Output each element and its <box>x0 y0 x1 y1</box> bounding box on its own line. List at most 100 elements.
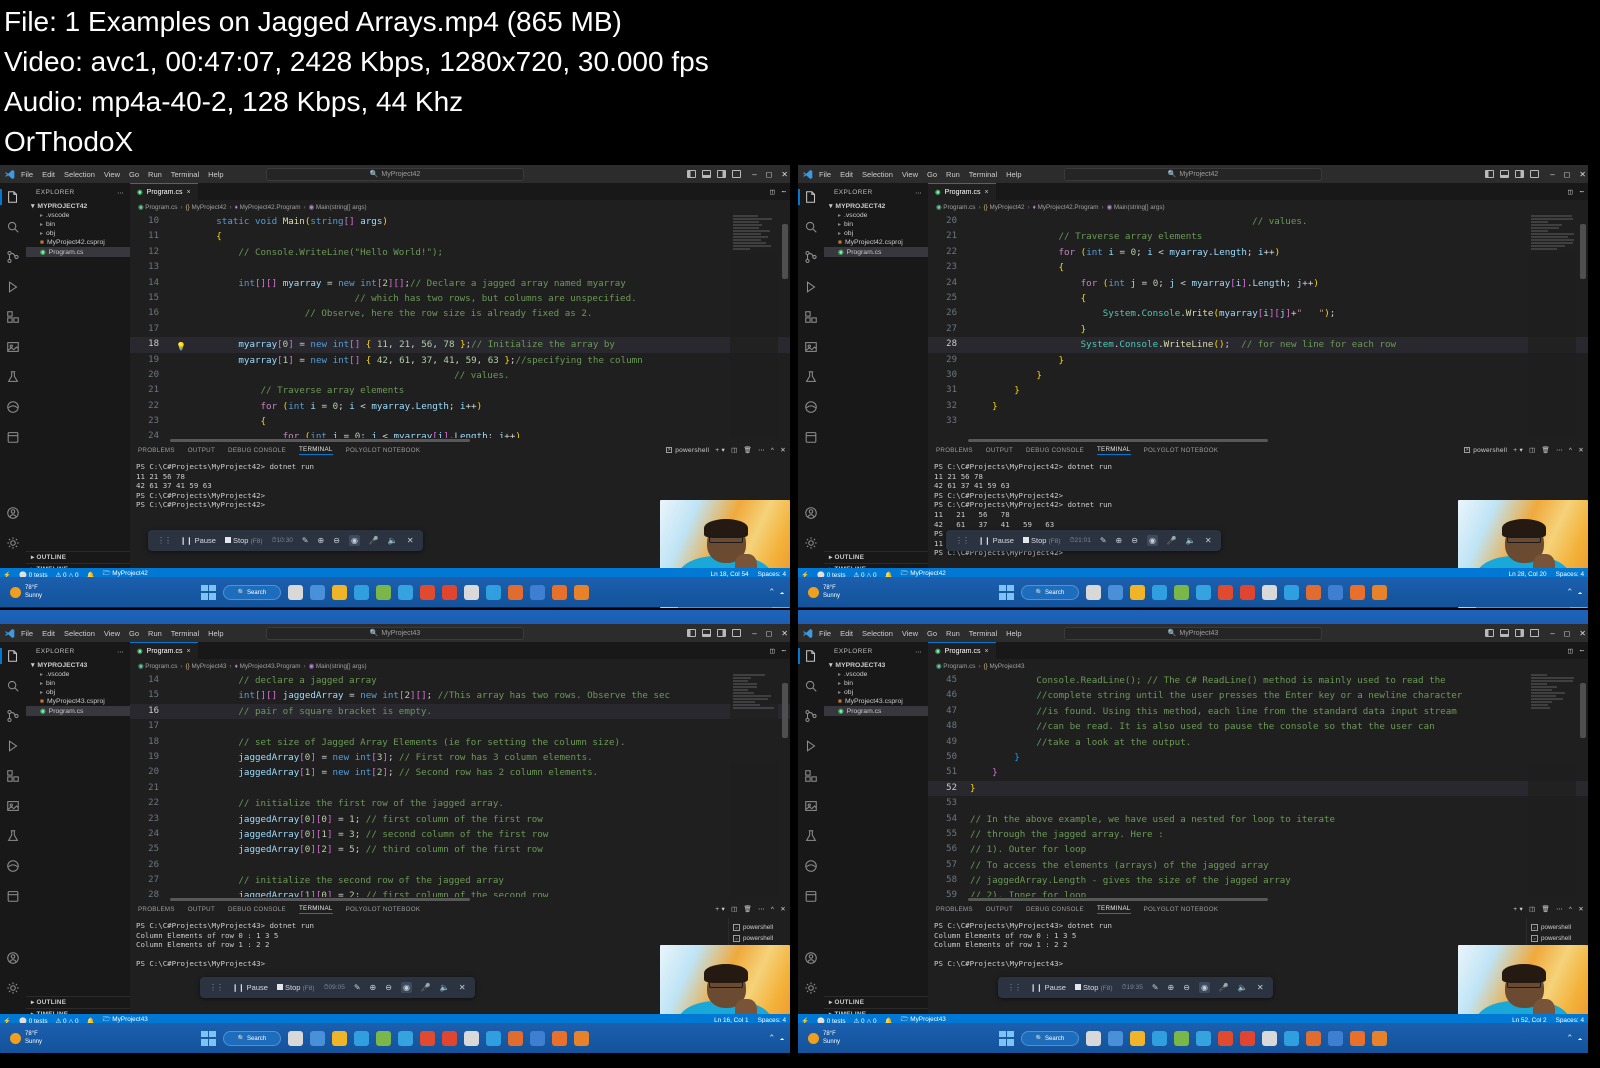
taskbar-icon-edge[interactable] <box>354 585 369 600</box>
menu-bar[interactable]: File Edit Selection View Go Run Terminal Help <box>21 629 224 638</box>
panel-tab-polyglot-notebook[interactable]: POLYGLOT NOTEBOOK <box>1144 906 1219 913</box>
cloud-icon[interactable]: ☁ <box>1578 1034 1582 1042</box>
taskbar-icon-teams[interactable] <box>1174 1031 1189 1046</box>
extensions-icon[interactable] <box>803 309 819 325</box>
files-icon[interactable] <box>5 648 21 664</box>
source-control-icon[interactable] <box>803 708 819 724</box>
close-icon[interactable]: ✕ <box>459 983 466 992</box>
taskbar-icon-firefox[interactable] <box>420 1031 435 1046</box>
activity-bar-bottom[interactable] <box>803 950 819 996</box>
extensions-icon[interactable] <box>5 768 21 784</box>
panel-tabs[interactable]: PROBLEMS OUTPUT DEBUG CONSOLE TERMINAL POLYG… <box>928 443 1588 457</box>
taskbar-icon-vscode[interactable] <box>1328 1031 1343 1046</box>
panel-tab-terminal[interactable]: TERMINAL <box>299 446 333 455</box>
code-line[interactable]: 52 } <box>928 781 1588 796</box>
minimize-button[interactable]: – <box>1550 629 1554 638</box>
code-line[interactable]: 19 jaggedArray[0] = new int[3]; // First… <box>130 750 790 765</box>
menu-item-view[interactable]: View <box>104 629 120 638</box>
window-controls[interactable]: – ◻ ✕ <box>687 629 788 638</box>
menu-item-terminal[interactable]: Terminal <box>171 170 199 179</box>
screen-recorder-toolbar[interactable]: ⋮⋮ ❙❙ Pause Stop (F8) ⏱19:35 ✎ ⊕ ⊖ ◉ 🎤 🔈… <box>998 977 1273 998</box>
code-editor[interactable]: 45 Console.ReadLine(); // The C# ReadLin… <box>928 673 1588 897</box>
calendar-icon[interactable] <box>803 888 819 904</box>
panel-more-icon[interactable]: ⋯ <box>758 446 765 454</box>
taskbar-icon-store[interactable] <box>1108 585 1123 600</box>
cloud-icon[interactable]: ☁ <box>1578 588 1582 596</box>
editor-tabs[interactable]: ◉ Program.cs × ◫ ⋯ <box>928 642 1588 659</box>
minimize-button[interactable]: – <box>752 170 756 179</box>
explorer-root-folder[interactable]: ▾ MYPROJECT42 <box>824 201 928 211</box>
code-line[interactable]: 21 <box>130 781 790 796</box>
code-line[interactable]: 33 <box>928 414 1588 429</box>
menu-bar[interactable]: File Edit Selection View Go Run Terminal Help <box>819 170 1022 179</box>
close-button[interactable]: ✕ <box>1579 170 1586 179</box>
minimize-button[interactable]: – <box>752 629 756 638</box>
explorer-root-folder[interactable]: ▾ MYPROJECT42 <box>26 201 130 211</box>
drag-handle-icon[interactable]: ⋮⋮ <box>157 536 171 545</box>
explorer-more-icon[interactable]: ⋯ <box>117 648 124 656</box>
settings-gear-icon[interactable] <box>803 535 819 551</box>
split-terminal-icon[interactable]: ◫ <box>731 446 737 454</box>
kill-terminal-icon[interactable]: 🗑 <box>744 905 753 913</box>
start-button-icon[interactable] <box>999 1031 1014 1046</box>
explorer-item-bin[interactable]: ▸ bin <box>26 220 130 229</box>
editor-actions[interactable]: ◫ ⋯ <box>1568 187 1584 196</box>
taskbar-icon-firefox[interactable] <box>420 585 435 600</box>
explorer-item-program-cs[interactable]: ◉ Program.cs <box>824 706 928 716</box>
taskbar-icon-firefox2[interactable] <box>508 585 523 600</box>
extensions-icon[interactable] <box>803 768 819 784</box>
menu-item-go[interactable]: Go <box>927 170 937 179</box>
code-line[interactable]: 16 // pair of square bracket is empty. <box>130 704 790 719</box>
toggle-panel-icon[interactable] <box>1500 629 1509 637</box>
explorer-item-myproject42-csproj[interactable]: ■ MyProject42.csproj <box>26 238 130 247</box>
screen-recorder-toolbar[interactable]: ⋮⋮ ❙❙ Pause Stop (F8) ⏱09:05 ✎ ⊕ ⊖ ◉ 🎤 🔈… <box>200 977 475 998</box>
cloud-icon[interactable]: ☁ <box>780 1034 784 1042</box>
customize-layout-icon[interactable] <box>732 170 741 178</box>
activity-bar[interactable] <box>798 642 824 1020</box>
activity-bar-bottom[interactable] <box>5 505 21 551</box>
code-line[interactable]: 49 //take a look at the output. <box>928 735 1588 750</box>
explorer-item-bin[interactable]: ▸ bin <box>824 220 928 229</box>
panel-maximize-icon[interactable]: ^ <box>771 447 774 454</box>
taskbar-search-box[interactable]: 🔍 Search <box>223 585 281 600</box>
editor-more-icon[interactable]: ⋯ <box>781 187 786 196</box>
code-line[interactable]: 12 // Console.WriteLine("Hello World!"); <box>130 245 790 260</box>
minimize-button[interactable]: – <box>1550 170 1554 179</box>
menu-item-selection[interactable]: Selection <box>862 170 893 179</box>
code-line[interactable]: 23 jaggedArray[0][0] = 1; // first colum… <box>130 812 790 827</box>
window-buttons[interactable]: – ◻ ✕ <box>1550 170 1586 179</box>
explorer-item-myproject43-csproj[interactable]: ■ MyProject43.csproj <box>824 697 928 706</box>
menu-item-view[interactable]: View <box>902 629 918 638</box>
tray-expand-icon[interactable]: ^ <box>1568 1034 1572 1042</box>
panel-tab-terminal[interactable]: TERMINAL <box>1097 446 1131 455</box>
explorer-sidebar[interactable]: EXPLORER ⋯ ▾ MYPROJECT43 ▸ .vscode ▸ bin ▸ ob… <box>824 642 928 1020</box>
editor-actions[interactable]: ◫ ⋯ <box>770 187 786 196</box>
tab-close-icon[interactable]: × <box>186 648 190 655</box>
explorer-item-obj[interactable]: ▸ obj <box>26 688 130 697</box>
taskbar-icon-folder[interactable] <box>332 585 347 600</box>
search-icon[interactable] <box>5 219 21 235</box>
cloud-icon[interactable]: ☁ <box>780 588 784 596</box>
taskbar-icon-word[interactable] <box>1262 585 1277 600</box>
code-line[interactable]: 45 Console.ReadLine(); // The C# ReadLin… <box>928 673 1588 688</box>
pencil-icon[interactable]: ✎ <box>1100 536 1107 545</box>
source-control-icon[interactable] <box>5 708 21 724</box>
speaker-icon[interactable]: 🔈 <box>440 983 450 992</box>
close-icon[interactable]: ✕ <box>407 536 414 545</box>
microphone-icon[interactable]: 🎤 <box>421 983 431 992</box>
panel-close-icon[interactable]: ✕ <box>1578 905 1584 913</box>
close-button[interactable]: ✕ <box>1579 629 1586 638</box>
tab-close-icon[interactable]: × <box>984 189 988 196</box>
taskbar-icon-word[interactable] <box>1262 1031 1277 1046</box>
speaker-icon[interactable]: 🔈 <box>388 536 398 545</box>
stop-button[interactable]: Stop (F8) <box>1075 983 1113 992</box>
breadcrumb-item[interactable]: {} MyProject43 <box>984 663 1025 670</box>
window-controls[interactable]: – ◻ ✕ <box>687 170 788 179</box>
explorer-item--vscode[interactable]: ▸ .vscode <box>26 211 130 220</box>
tab-program-cs[interactable]: ◉ Program.cs × <box>130 642 198 659</box>
code-line[interactable]: 25 { <box>928 291 1588 306</box>
tab-close-icon[interactable]: × <box>984 648 988 655</box>
panel-tab-polyglot-notebook[interactable]: POLYGLOT NOTEBOOK <box>346 447 421 454</box>
system-tray[interactable]: ^ ☁ <box>770 588 784 596</box>
code-line[interactable]: 55 // through the jagged array. Here : <box>928 827 1588 842</box>
